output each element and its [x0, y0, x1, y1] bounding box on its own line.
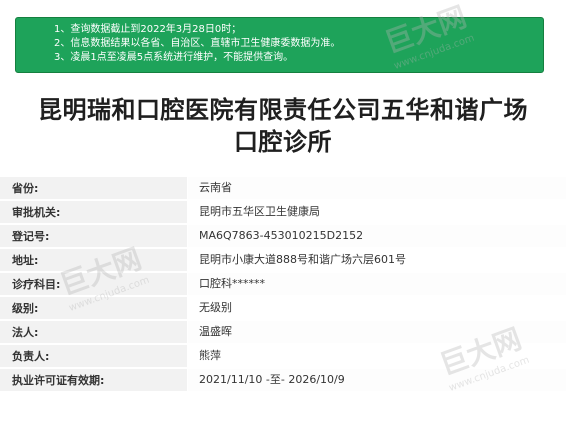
row-value: 温盛晖 — [187, 321, 566, 343]
table-row: 级别: 无级别 — [0, 297, 566, 319]
table-row: 诊疗科目: 口腔科****** — [0, 273, 566, 295]
row-label: 诊疗科目: — [12, 278, 61, 291]
query-notice-banner: 1、查询数据截止到2022年3月28日0时； 2、信息数据结果以各省、自治区、直… — [15, 17, 544, 73]
row-value: 云南省 — [187, 177, 566, 199]
page-title-line-2: 口腔诊所 — [234, 128, 332, 156]
row-value: 口腔科****** — [187, 273, 566, 295]
row-label: 级别: — [12, 302, 39, 315]
row-value: 2021/11/10 -至- 2026/10/9 — [187, 369, 566, 391]
row-label: 执业许可证有效期: — [12, 374, 105, 387]
info-table: 省份: 云南省 审批机关: 昆明市五华区卫生健康局 登记号: MA6Q7863-… — [0, 177, 566, 393]
row-label: 地址: — [12, 254, 39, 267]
table-row: 审批机关: 昆明市五华区卫生健康局 — [0, 201, 566, 223]
page-title: 昆明瑞和口腔医院有限责任公司五华和谐广场 口腔诊所 — [0, 94, 566, 158]
row-value: 昆明市五华区卫生健康局 — [187, 201, 566, 223]
table-row: 省份: 云南省 — [0, 177, 566, 199]
table-row: 负责人: 熊萍 — [0, 345, 566, 367]
table-row: 登记号: MA6Q7863-453010215D2152 — [0, 225, 566, 247]
table-row: 执业许可证有效期: 2021/11/10 -至- 2026/10/9 — [0, 369, 566, 391]
row-label: 负责人: — [12, 350, 50, 363]
notice-line-3: 3、凌晨1点至凌晨5点系统进行维护，不能提供查询。 — [54, 52, 294, 63]
row-label: 审批机关: — [12, 206, 61, 219]
row-value: MA6Q7863-453010215D2152 — [187, 225, 566, 247]
row-value: 无级别 — [187, 297, 566, 319]
table-row: 地址: 昆明市小康大道888号和谐广场六层601号 — [0, 249, 566, 271]
row-label: 登记号: — [12, 230, 50, 243]
page-title-line-1: 昆明瑞和口腔医院有限责任公司五华和谐广场 — [38, 96, 528, 124]
table-row: 法人: 温盛晖 — [0, 321, 566, 343]
notice-line-2: 2、信息数据结果以各省、自治区、直辖市卫生健康委数据为准。 — [54, 38, 341, 49]
notice-line-1: 1、查询数据截止到2022年3月28日0时； — [54, 24, 242, 35]
row-label: 省份: — [12, 182, 39, 195]
row-label: 法人: — [12, 326, 39, 339]
row-value: 熊萍 — [187, 345, 566, 367]
row-value: 昆明市小康大道888号和谐广场六层601号 — [187, 249, 566, 271]
